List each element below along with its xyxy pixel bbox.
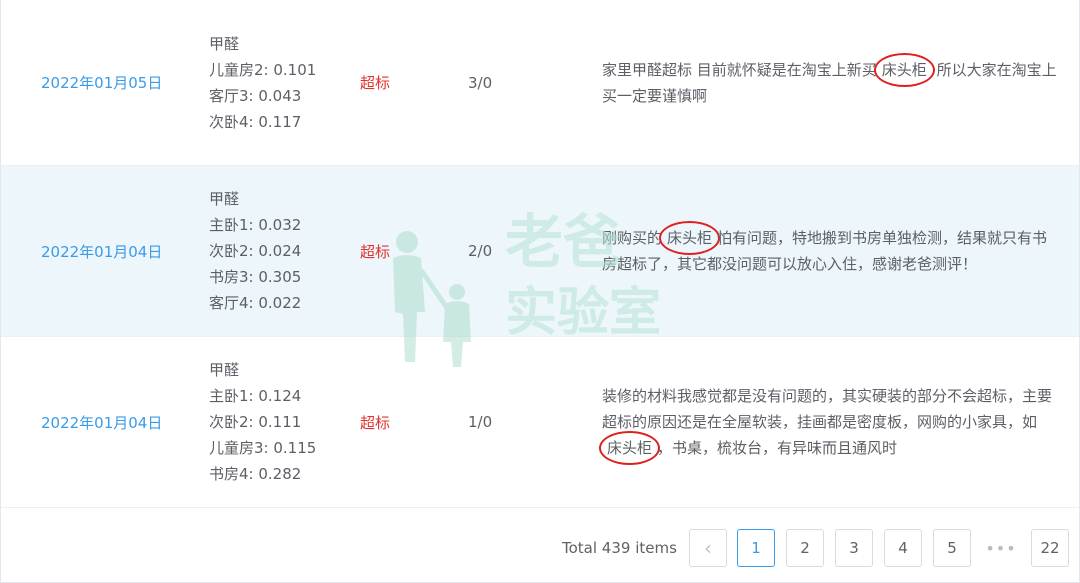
date-link[interactable]: 2022年01月04日 bbox=[41, 412, 162, 433]
pollutant-label: 甲醛 bbox=[209, 190, 240, 208]
page-button-2[interactable]: 2 bbox=[786, 529, 824, 567]
comment-text: 装修的材料我感觉都是没有问题的，其实硬装的部分不会超标，主要超标的原因还是在全屋… bbox=[599, 383, 1057, 465]
annotation-circle: 床头柜 bbox=[873, 52, 935, 87]
ratio-value: 3/0 bbox=[468, 73, 493, 92]
reading: 客厅3: 0.043 bbox=[209, 86, 302, 105]
date-link[interactable]: 2022年01月05日 bbox=[41, 72, 162, 93]
reading: 次卧2: 0.024 bbox=[209, 242, 302, 260]
ratio-value: 1/0 bbox=[468, 413, 493, 431]
more-pages-ellipsis[interactable]: ••• bbox=[982, 529, 1020, 567]
page-button-5[interactable]: 5 bbox=[933, 529, 971, 567]
prev-page-button[interactable]: ‹ bbox=[689, 529, 727, 567]
reading: 主卧1: 0.032 bbox=[209, 216, 302, 234]
page-button-3[interactable]: 3 bbox=[835, 529, 873, 567]
status-badge: 超标 bbox=[360, 74, 391, 92]
page-button-last[interactable]: 22 bbox=[1031, 529, 1069, 567]
page-button-4[interactable]: 4 bbox=[884, 529, 922, 567]
reading: 儿童房3: 0.115 bbox=[209, 439, 317, 457]
reading: 次卧2: 0.111 bbox=[209, 413, 302, 431]
ratio-value: 2/0 bbox=[468, 242, 493, 260]
table-row: 2022年01月05日 甲醛 儿童房2: 0.101 客厅3: 0.043 次卧… bbox=[1, 0, 1079, 166]
pagination: Total 439 items ‹ 1 2 3 4 5 ••• 22 bbox=[0, 508, 1080, 583]
reading: 书房3: 0.305 bbox=[209, 268, 302, 286]
table-row: 2022年01月04日 甲醛 主卧1: 0.032 次卧2: 0.024 书房3… bbox=[1, 166, 1079, 337]
chevron-left-icon: ‹ bbox=[704, 536, 712, 560]
comment-text: 刚购买的 床头柜 怕有问题，特地搬到书房单独检测，结果就只有书房超标了，其它都没问题… bbox=[602, 221, 1057, 277]
total-count: Total 439 items bbox=[562, 539, 677, 557]
status-badge: 超标 bbox=[360, 413, 391, 432]
reading: 次卧4: 0.117 bbox=[209, 112, 302, 131]
status-badge: 超标 bbox=[360, 242, 391, 261]
pollutant-label: 甲醛 bbox=[209, 361, 240, 379]
reading: 主卧1: 0.124 bbox=[209, 387, 302, 405]
annotation-circle: 床头柜 bbox=[599, 431, 661, 465]
pollutant-label: 甲醛 bbox=[209, 34, 240, 53]
reading: 儿童房2: 0.101 bbox=[209, 60, 317, 79]
date-link[interactable]: 2022年01月04日 bbox=[41, 241, 162, 262]
reading: 客厅4: 0.022 bbox=[209, 294, 302, 312]
reading: 书房4: 0.282 bbox=[209, 465, 302, 483]
records-table: 2022年01月05日 甲醛 儿童房2: 0.101 客厅3: 0.043 次卧… bbox=[0, 0, 1080, 508]
comment-text: 家里甲醛超标 目前就怀疑是在淘宝上新买 床头柜 所以大家在淘宝上买一定要谨慎啊 bbox=[602, 52, 1057, 109]
page-button-1[interactable]: 1 bbox=[737, 529, 775, 567]
table-row: 2022年01月04日 甲醛 主卧1: 0.124 次卧2: 0.111 儿童房… bbox=[1, 337, 1079, 508]
annotation-circle: 床头柜 bbox=[659, 221, 721, 255]
